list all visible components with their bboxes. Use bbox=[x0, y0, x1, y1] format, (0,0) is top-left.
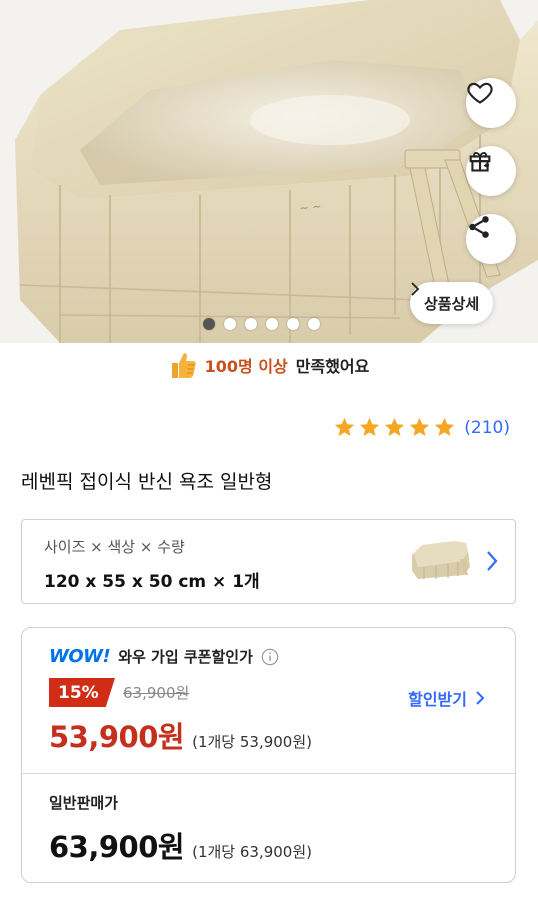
wishlist-heart-button[interactable] bbox=[466, 78, 516, 128]
product-image-carousel[interactable]: ~ ~ 상품상세 bbox=[0, 0, 538, 343]
carousel-dot[interactable] bbox=[224, 318, 236, 330]
satisfaction-count: 100명 이상 bbox=[204, 357, 288, 376]
thumbs-up-icon bbox=[171, 353, 196, 378]
price-box: WOW! 와우 가입 쿠폰할인가 15% 63,900원 할인받기 53,900… bbox=[21, 627, 516, 883]
product-title: 레벤픽 접이식 반신 욕조 일반형 bbox=[21, 471, 273, 493]
heart-icon bbox=[467, 82, 493, 104]
star-icon bbox=[360, 417, 380, 437]
option-value: 120 x 55 x 50 cm × 1개 bbox=[44, 572, 260, 592]
carousel-dot[interactable] bbox=[245, 318, 257, 330]
product-detail-label: 상품상세 bbox=[424, 294, 480, 313]
get-coupon-label: 할인받기 bbox=[408, 690, 467, 709]
normal-price: 63,900원 bbox=[49, 830, 185, 864]
product-detail-button[interactable]: 상품상세 bbox=[410, 282, 494, 324]
satisfaction-banner: 100명 이상 만족했어요 bbox=[0, 350, 538, 380]
discount-badge: 15% bbox=[49, 678, 115, 707]
wow-logo: WOW! bbox=[49, 646, 111, 667]
normal-unit-price: (1개당 63,900원) bbox=[192, 843, 312, 861]
discount-row: 15% 63,900원 bbox=[49, 678, 189, 707]
get-coupon-link[interactable]: 할인받기 bbox=[408, 686, 485, 710]
normal-price-row: 63,900원 (1개당 63,900원) bbox=[49, 824, 312, 866]
option-label: 사이즈 × 색상 × 수량 bbox=[44, 538, 185, 556]
divider bbox=[22, 773, 515, 774]
gift-icon bbox=[469, 152, 491, 172]
sale-price-row: 53,900원 (1개당 53,900원) bbox=[49, 714, 312, 756]
option-thumbnail bbox=[412, 541, 470, 579]
carousel-dot[interactable] bbox=[203, 318, 215, 330]
star-icon bbox=[335, 417, 355, 437]
carousel-indicator bbox=[203, 318, 320, 330]
wow-coupon-row: WOW! 와우 가입 쿠폰할인가 bbox=[49, 646, 279, 667]
sale-unit-price: (1개당 53,900원) bbox=[192, 733, 312, 751]
chevron-right-icon bbox=[487, 551, 498, 571]
star-icon bbox=[410, 417, 430, 437]
review-rating[interactable]: (210) bbox=[333, 416, 510, 439]
star-icon bbox=[385, 417, 405, 437]
option-selector[interactable]: 사이즈 × 색상 × 수량 120 x 55 x 50 cm × 1개 bbox=[21, 519, 516, 604]
star-icon bbox=[435, 417, 455, 437]
svg-text:~ ~: ~ ~ bbox=[299, 200, 322, 215]
original-price: 63,900원 bbox=[123, 684, 190, 702]
chevron-right-icon bbox=[476, 691, 485, 705]
carousel-dot[interactable] bbox=[266, 318, 278, 330]
review-count[interactable]: (210) bbox=[464, 418, 510, 438]
share-icon bbox=[469, 216, 489, 238]
chevron-right-icon bbox=[411, 282, 420, 296]
wow-coupon-label: 와우 가입 쿠폰할인가 bbox=[118, 648, 253, 666]
carousel-dot[interactable] bbox=[287, 318, 299, 330]
sale-price: 53,900원 bbox=[49, 720, 185, 754]
carousel-dot[interactable] bbox=[308, 318, 320, 330]
normal-price-label: 일반판매가 bbox=[49, 794, 119, 812]
info-icon[interactable] bbox=[261, 648, 279, 666]
gift-button[interactable] bbox=[466, 146, 516, 196]
satisfaction-text: 만족했어요 bbox=[295, 357, 370, 376]
share-button[interactable] bbox=[466, 214, 516, 264]
